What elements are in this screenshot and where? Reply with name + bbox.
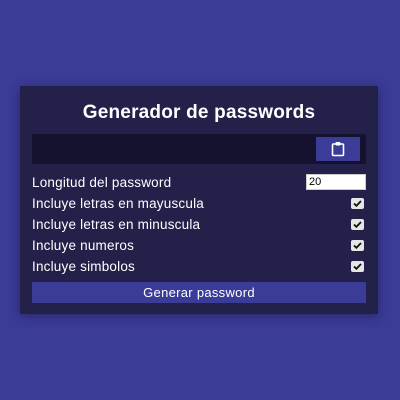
setting-uppercase: Incluye letras en mayuscula: [32, 193, 366, 213]
symbols-checkbox[interactable]: [351, 260, 364, 272]
lowercase-checkbox[interactable]: [351, 218, 364, 230]
copy-to-clipboard-button[interactable]: [316, 137, 360, 161]
setting-lowercase: Incluye letras en minuscula: [32, 214, 366, 234]
setting-length: Longitud del password: [32, 172, 366, 192]
uppercase-checkbox[interactable]: [351, 197, 364, 209]
setting-numbers: Incluye numeros: [32, 235, 366, 255]
check-icon: [353, 241, 362, 249]
numbers-checkbox[interactable]: [351, 239, 364, 251]
check-icon: [353, 199, 362, 207]
lowercase-label: Incluye letras en minuscula: [32, 216, 201, 232]
check-icon: [353, 220, 362, 228]
uppercase-label: Incluye letras en mayuscula: [32, 195, 204, 211]
length-label: Longitud del password: [32, 174, 172, 190]
setting-symbols: Incluye simbolos: [32, 256, 366, 276]
check-icon: [353, 262, 362, 270]
clipboard-icon: [331, 141, 345, 157]
symbols-label: Incluye simbolos: [32, 258, 135, 274]
password-generator-card: Generador de passwords Longitud del pass…: [20, 86, 378, 314]
length-input[interactable]: [306, 174, 366, 190]
generate-password-button[interactable]: Generar password: [32, 282, 366, 303]
page-title: Generador de passwords: [82, 102, 316, 123]
password-result-container: [32, 134, 366, 164]
numbers-label: Incluye numeros: [32, 237, 135, 253]
